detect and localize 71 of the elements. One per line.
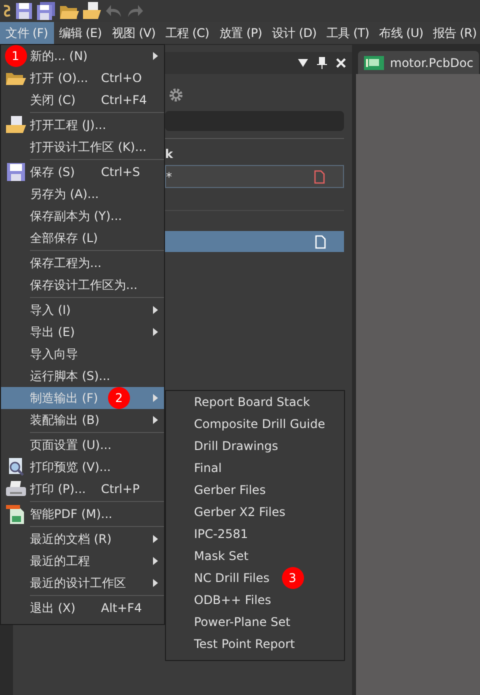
step-badge: 2 xyxy=(108,387,130,409)
search-field[interactable] xyxy=(165,111,344,131)
save-icon xyxy=(6,163,24,181)
menu-item[interactable]: 页面设置 (U)... xyxy=(1,434,164,456)
pcb-icon xyxy=(364,56,384,70)
menu-item[interactable]: 关闭 (C) Ctrl+F4 xyxy=(1,89,164,111)
menu-item[interactable]: Power-Plane Set xyxy=(166,611,344,633)
menu-item[interactable]: 导入向导 xyxy=(1,343,164,365)
menu-item[interactable]: 制造输出 (F) 2 xyxy=(1,387,164,409)
menu-item[interactable]: 保存设计工作区为... xyxy=(1,274,164,296)
menu-item[interactable]: 装配输出 (B) xyxy=(1,409,164,431)
section-heading: k xyxy=(165,147,174,161)
menu-item[interactable]: 智能PDF (M)... xyxy=(1,503,164,525)
menu-item[interactable]: IPC-2581 xyxy=(166,523,344,545)
menu-bar-item[interactable]: 文件 (F) xyxy=(0,22,54,44)
menu-item[interactable]: 全部保存 (L) xyxy=(1,227,164,249)
menu-bar-item[interactable]: 视图 (V) xyxy=(107,22,160,44)
menu-item[interactable]: 最近的文档 (R) xyxy=(1,528,164,550)
pdf-icon xyxy=(6,504,26,524)
menu-item[interactable]: 打开 (O)... Ctrl+O xyxy=(1,67,164,89)
menu-item[interactable]: Test Point Report xyxy=(166,633,344,655)
folder-icon xyxy=(6,116,26,134)
menu-bar-item[interactable]: 工具 (T) xyxy=(321,22,374,44)
menu-item[interactable]: 运行脚本 (S)... xyxy=(1,365,164,387)
menu-item[interactable]: 最近的工程 xyxy=(1,550,164,572)
menu-item[interactable]: NC Drill Files 3 xyxy=(166,567,344,589)
menu-bar-item[interactable]: 放置 (P) xyxy=(214,22,268,44)
close-icon[interactable] xyxy=(336,58,346,68)
menu-item[interactable]: 导入 (I) xyxy=(1,299,164,321)
menu-bar-item[interactable]: 设计 (D) xyxy=(268,22,321,44)
printer-icon xyxy=(6,481,26,497)
menu-item[interactable]: 保存副本为 (Y)... xyxy=(1,205,164,227)
save-icon[interactable] xyxy=(15,2,33,20)
menu-item[interactable]: Composite Drill Guide xyxy=(166,413,344,435)
pin-icon[interactable] xyxy=(317,57,327,69)
menu-item[interactable]: Final xyxy=(166,457,344,479)
menu-item[interactable]: Drill Drawings xyxy=(166,435,344,457)
menu-item[interactable]: 退出 (X) Alt+F4 xyxy=(1,597,164,619)
file-row[interactable]: * xyxy=(165,165,344,188)
document-icon xyxy=(315,234,326,248)
step-badge: 1 xyxy=(4,45,26,67)
gear-icon[interactable] xyxy=(169,88,183,102)
menu-item[interactable]: ODB++ Files xyxy=(166,589,344,611)
menu-item[interactable]: 打印 (P)... Ctrl+P xyxy=(1,478,164,500)
menu-item[interactable]: 打开设计工作区 (K)... xyxy=(1,136,164,158)
menu-item[interactable]: Mask Set xyxy=(166,545,344,567)
menu-bar-item[interactable]: 编辑 (E) xyxy=(54,22,107,44)
menu-item[interactable]: Gerber X2 Files xyxy=(166,501,344,523)
menu-item[interactable]: 另存为 (A)... xyxy=(1,183,164,205)
print-preview-icon xyxy=(6,458,24,476)
menu-bar-item[interactable]: 布线 (U) xyxy=(374,22,428,44)
menu-item[interactable]: 打开工程 (J)... xyxy=(1,114,164,136)
folder-icon xyxy=(6,70,26,86)
step-badge: 3 xyxy=(282,567,304,589)
menu-bar-item[interactable]: 报告 (R) xyxy=(428,22,480,44)
menu-item[interactable]: 最近的设计工作区 xyxy=(1,572,164,594)
document-tab[interactable]: motor.PcbDoc xyxy=(358,51,480,74)
document-icon xyxy=(314,170,325,184)
menu-item[interactable]: Gerber Files xyxy=(166,479,344,501)
save-all-icon[interactable] xyxy=(36,2,56,20)
menu-item[interactable]: 保存工程为... xyxy=(1,252,164,274)
menu-item[interactable]: 1 新的... (N) xyxy=(1,45,164,67)
dropdown-icon[interactable] xyxy=(298,59,308,67)
menu-item[interactable]: 打印预览 (V)... xyxy=(1,456,164,478)
menu-item[interactable]: 导出 (E) xyxy=(1,321,164,343)
file-name: * xyxy=(166,170,172,184)
open-document-icon[interactable] xyxy=(82,2,102,20)
menu-item[interactable]: Report Board Stack xyxy=(166,391,344,413)
logo-icon xyxy=(2,3,12,19)
menu-item[interactable]: 保存 (S) Ctrl+S xyxy=(1,161,164,183)
menu-bar-item[interactable]: 工程 (C) xyxy=(160,22,214,44)
